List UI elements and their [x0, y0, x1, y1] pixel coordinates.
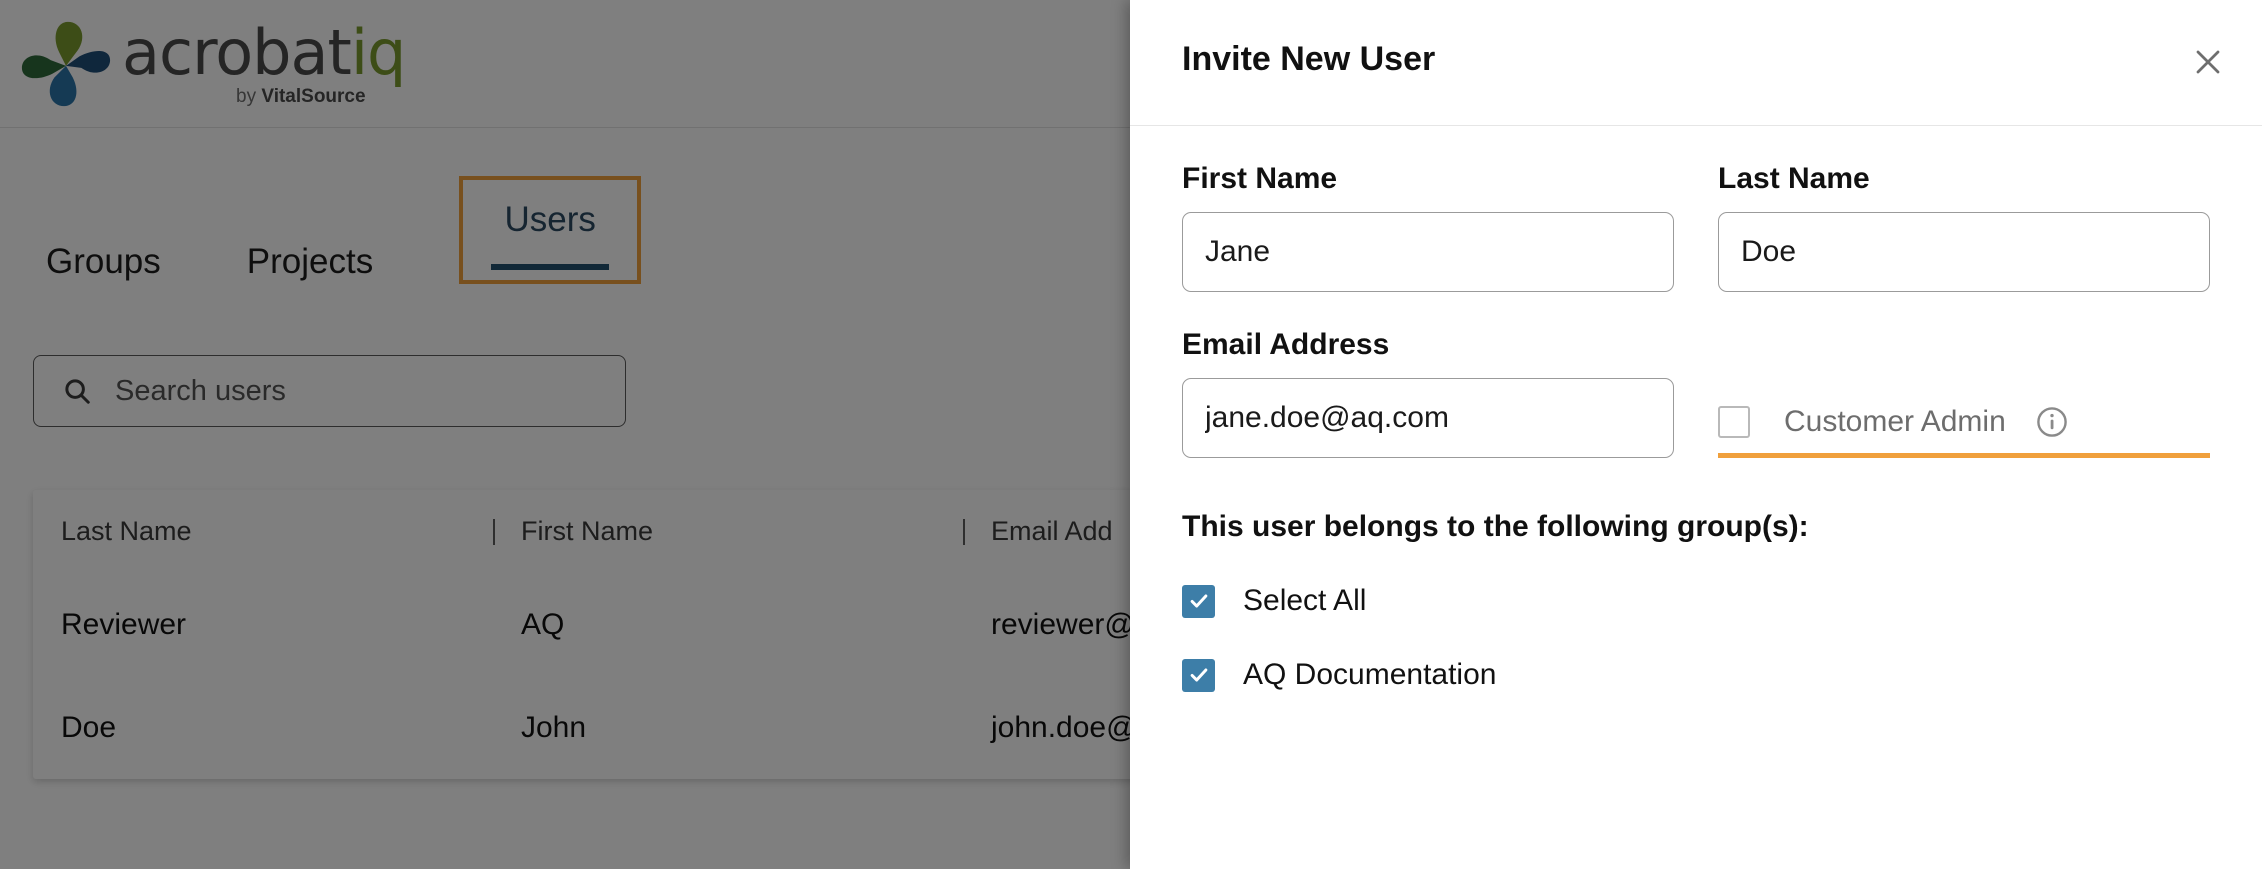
close-icon — [2196, 50, 2220, 74]
groups-section-title: This user belongs to the following group… — [1182, 510, 1809, 543]
first-name-label: First Name — [1182, 162, 1338, 195]
check-icon — [1190, 668, 1207, 682]
group-checkbox-select-all[interactable]: Select All — [1182, 584, 2210, 618]
drawer-header: Invite New User — [1130, 0, 2262, 126]
drawer-body: First Name Last Name Email Address — [1130, 162, 2262, 692]
email-input[interactable] — [1182, 378, 1674, 458]
last-name-label: Last Name — [1718, 162, 1870, 195]
group-checkbox-aq-documentation[interactable]: AQ Documentation — [1182, 658, 2210, 692]
group-label: AQ Documentation — [1243, 658, 1497, 691]
email-admin-row: Email Address Customer Admin — [1182, 328, 2210, 458]
info-icon[interactable] — [2036, 406, 2068, 438]
invite-new-user-drawer: Invite New User First Name Last Name — [1130, 0, 2262, 869]
customer-admin-group: Customer Admin — [1718, 328, 2210, 458]
checkbox-checked[interactable] — [1182, 658, 1215, 692]
drawer-title: Invite New User — [1182, 40, 1436, 78]
app-root: acrobatiq by VitalSource Groups Projects… — [0, 0, 2262, 869]
customer-admin-row-highlight: Customer Admin — [1718, 405, 2210, 458]
checkbox-checked[interactable] — [1182, 584, 1215, 618]
check-icon — [1190, 594, 1207, 608]
last-name-input[interactable] — [1718, 212, 2210, 292]
first-name-input[interactable] — [1182, 212, 1674, 292]
first-name-field-group: First Name — [1182, 162, 1674, 292]
last-name-field-group: Last Name — [1718, 162, 2210, 292]
name-field-row: First Name Last Name — [1182, 162, 2210, 292]
email-label: Email Address — [1182, 328, 1390, 361]
customer-admin-label: Customer Admin — [1784, 405, 2006, 438]
close-button[interactable] — [2186, 40, 2230, 84]
group-label: Select All — [1243, 584, 1367, 617]
email-field-group: Email Address — [1182, 328, 1674, 458]
customer-admin-checkbox[interactable] — [1718, 406, 1750, 438]
